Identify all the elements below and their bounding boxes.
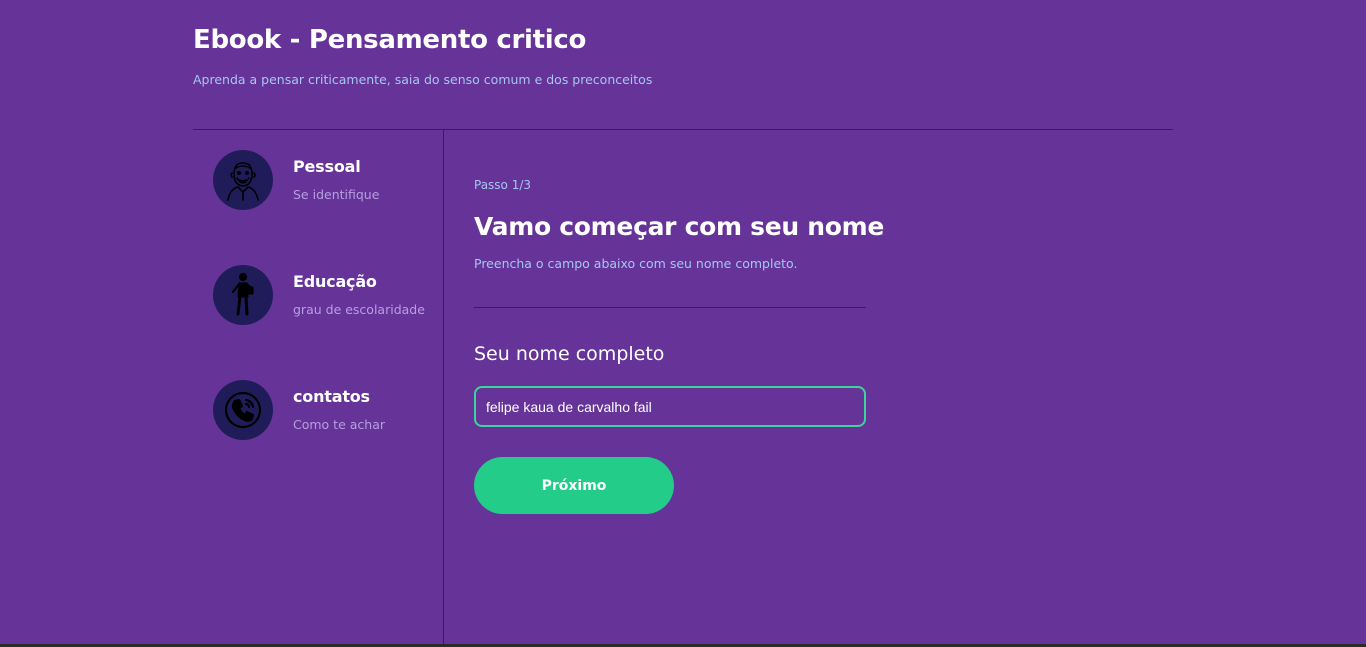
sidebar-step-educacao[interactable]: Educação grau de escolaridade (213, 265, 433, 325)
phone-icon (224, 391, 262, 429)
step-avatar (213, 265, 273, 325)
name-field-label: Seu nome completo (474, 343, 665, 365)
page: Ebook - Pensamento critico Aprenda a pen… (0, 0, 1366, 647)
page-subtitle: Aprenda a pensar criticamente, saia do s… (193, 72, 653, 87)
step-title: Educação (293, 272, 377, 291)
step-counter: Passo 1/3 (474, 178, 532, 192)
sidebar-step-contatos[interactable]: contatos Como te achar (213, 380, 433, 440)
header-divider (193, 129, 1173, 130)
student-icon (231, 272, 254, 316)
step-subtitle: Se identifique (293, 187, 380, 202)
page-title: Ebook - Pensamento critico (193, 25, 587, 55)
step-title: contatos (293, 387, 370, 406)
sidebar-step-pessoal[interactable]: Pessoal Se identifique (213, 150, 433, 210)
form-divider (474, 307, 866, 308)
step-title: Pessoal (293, 157, 361, 176)
form-hint: Preencha o campo abaixo com seu nome com… (474, 256, 798, 271)
step-subtitle: Como te achar (293, 417, 385, 432)
step-avatar (213, 380, 273, 440)
step-subtitle: grau de escolaridade (293, 302, 425, 317)
header: Ebook - Pensamento critico Aprenda a pen… (193, 22, 652, 89)
next-button[interactable]: Próximo (474, 457, 674, 514)
name-input[interactable] (474, 386, 866, 427)
form-heading: Vamo começar com seu nome (474, 212, 885, 241)
thinker-icon (227, 162, 259, 201)
form-panel: Passo 1/3 Vamo começar com seu nome Pree… (474, 177, 885, 514)
sidebar-divider (443, 129, 444, 647)
step-avatar (213, 150, 273, 210)
